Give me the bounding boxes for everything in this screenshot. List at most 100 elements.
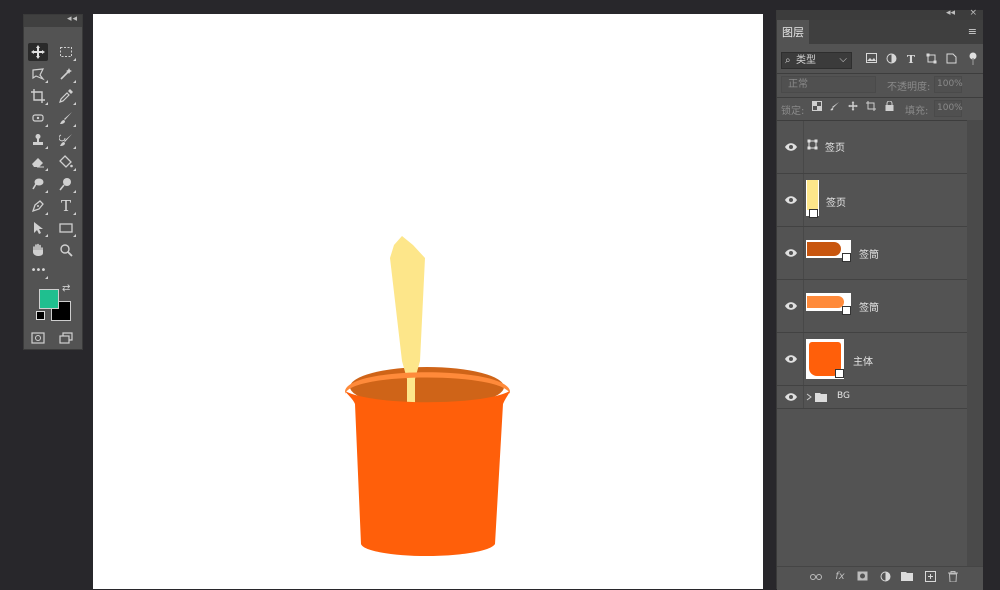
tools-panel-header[interactable]: ◂◂ xyxy=(24,14,82,27)
layer-row[interactable]: 主体 xyxy=(777,333,967,386)
move-tool[interactable] xyxy=(28,43,48,61)
layers-bottom-bar: fx xyxy=(777,566,983,590)
move-icon xyxy=(31,45,45,59)
screen-mode-button[interactable] xyxy=(56,329,76,347)
layers-panel-header[interactable]: ◂◂ × xyxy=(777,8,983,20)
adjustment-layer-icon[interactable] xyxy=(878,571,892,585)
opacity-label: 不透明度: xyxy=(887,82,931,93)
marquee-icon xyxy=(60,47,72,57)
layer-name[interactable]: 签筒 xyxy=(859,299,879,314)
swap-colors-icon[interactable]: ⇄ xyxy=(62,283,70,294)
eyedropper-tool[interactable] xyxy=(56,87,76,105)
magic-wand-tool[interactable] xyxy=(56,65,76,83)
new-layer-icon[interactable] xyxy=(923,571,937,585)
arrow-cursor-icon xyxy=(34,222,43,234)
eraser-tool[interactable] xyxy=(28,153,48,171)
smudge-icon xyxy=(32,178,44,190)
lock-all-icon[interactable] xyxy=(883,100,895,114)
layers-scrollbar[interactable] xyxy=(967,120,983,589)
visibility-eye-icon[interactable] xyxy=(785,142,797,152)
brush-icon xyxy=(60,112,72,124)
fill-field[interactable]: 100% xyxy=(934,100,963,117)
smart-object-badge-icon xyxy=(809,209,818,218)
tab-layers[interactable]: 图层 xyxy=(777,20,809,44)
foreground-color-swatch[interactable] xyxy=(39,289,59,309)
pen-tool[interactable] xyxy=(28,197,48,215)
layer-name[interactable]: BG xyxy=(837,391,850,401)
lock-image-icon[interactable] xyxy=(829,101,841,114)
add-mask-icon[interactable] xyxy=(855,571,869,584)
stamp-icon xyxy=(33,134,43,145)
lock-artboard-icon[interactable] xyxy=(865,101,877,114)
fx-icon[interactable]: fx xyxy=(833,571,847,582)
panel-menu-icon[interactable]: ≡ xyxy=(968,25,977,38)
rectangle-tool[interactable] xyxy=(56,219,76,237)
layer-name[interactable]: 签页 xyxy=(826,194,846,209)
layer-group-row[interactable]: BG xyxy=(777,386,967,409)
clone-stamp-tool[interactable] xyxy=(28,131,48,149)
dodge-tool[interactable] xyxy=(56,175,76,193)
lasso-tool[interactable] xyxy=(28,65,48,83)
link-layers-icon[interactable] xyxy=(809,571,823,584)
visibility-eye-icon[interactable] xyxy=(785,392,797,402)
kind-filter-select[interactable]: ⌕ 类型 ⌵ xyxy=(781,52,852,69)
history-brush-tool[interactable] xyxy=(56,131,76,149)
visibility-eye-icon[interactable] xyxy=(785,195,797,205)
type-filter-icon[interactable]: T xyxy=(904,53,918,66)
document-canvas[interactable] xyxy=(93,14,763,589)
quick-mask-button[interactable] xyxy=(28,329,48,347)
brush-tool[interactable] xyxy=(56,109,76,127)
marquee-tool[interactable] xyxy=(56,43,76,61)
delete-layer-icon[interactable] xyxy=(946,571,960,585)
image-filter-icon[interactable] xyxy=(864,53,878,66)
visibility-eye-icon[interactable] xyxy=(785,354,797,364)
screen-mode-icon xyxy=(59,332,73,344)
blend-mode-select[interactable]: 正常 xyxy=(781,76,876,93)
paint-bucket-icon xyxy=(59,155,73,168)
layer-name[interactable]: 签筒 xyxy=(859,246,879,261)
layers-tabbar: 图层 ≡ xyxy=(777,20,983,44)
tools-panel: ◂◂ T ••• ⇄ xyxy=(23,14,83,350)
dodge-icon xyxy=(59,178,71,191)
smart-object-filter-icon[interactable] xyxy=(944,53,958,67)
zoom-tool[interactable] xyxy=(56,241,76,259)
type-icon: T xyxy=(60,197,71,215)
path-selection-tool[interactable] xyxy=(28,219,48,237)
close-icon[interactable]: × xyxy=(969,8,977,18)
artwork xyxy=(345,236,510,556)
cup-body xyxy=(345,391,510,556)
smart-object-badge-icon xyxy=(842,306,851,315)
chevron-right-icon[interactable] xyxy=(806,393,812,401)
lock-row: 锁定: 填充: 100% xyxy=(777,98,983,120)
hand-tool[interactable] xyxy=(28,241,48,259)
smudge-tool[interactable] xyxy=(28,175,48,193)
shape-filter-icon[interactable] xyxy=(924,53,938,67)
lasso-icon xyxy=(32,68,45,81)
paint-bucket-tool[interactable] xyxy=(56,153,76,171)
layer-name[interactable]: 签页 xyxy=(825,139,845,154)
filter-toggle-icon[interactable] xyxy=(966,52,980,69)
filter-row: ⌕ 类型 ⌵ T xyxy=(777,50,983,72)
chevron-down-icon: ⌵ xyxy=(839,54,847,65)
layer-row[interactable]: 签筒 xyxy=(777,280,967,333)
visibility-eye-icon[interactable] xyxy=(785,248,797,258)
lock-label: 锁定: xyxy=(781,106,805,117)
opacity-field[interactable]: 100% xyxy=(934,76,963,93)
collapse-icon[interactable]: ◂◂ xyxy=(946,8,955,18)
lock-transparent-icon[interactable] xyxy=(811,101,823,114)
layer-row[interactable]: 签筒 xyxy=(777,227,967,280)
default-colors-icon[interactable] xyxy=(36,311,45,320)
collapse-icon[interactable]: ◂◂ xyxy=(67,14,78,24)
lock-position-icon[interactable] xyxy=(847,101,859,114)
layer-row[interactable]: 签页 xyxy=(777,174,967,227)
layer-name[interactable]: 主体 xyxy=(853,353,873,368)
visibility-eye-icon[interactable] xyxy=(785,301,797,311)
layer-row[interactable]: 签页 xyxy=(777,121,967,174)
fill-label: 填充: xyxy=(905,106,929,117)
type-tool[interactable]: T xyxy=(56,197,76,215)
crop-tool[interactable] xyxy=(28,87,48,105)
new-group-icon[interactable] xyxy=(900,571,914,584)
healing-brush-tool[interactable] xyxy=(28,109,48,127)
adjustment-filter-icon[interactable] xyxy=(884,53,898,67)
more-tools[interactable]: ••• xyxy=(28,261,48,279)
